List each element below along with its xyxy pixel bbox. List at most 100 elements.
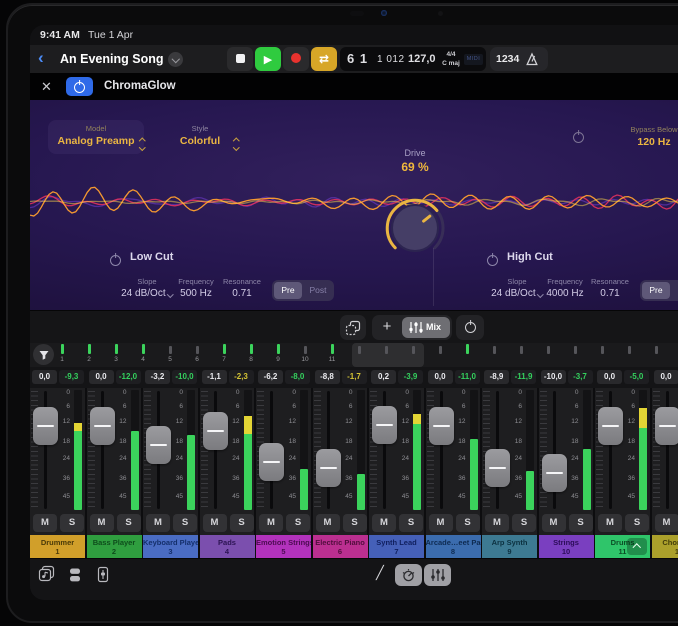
mute-button[interactable]: M [316,514,340,532]
cycle-button[interactable]: ⇄ [311,47,337,71]
fader-handle[interactable] [33,407,58,445]
solo-button[interactable]: S [625,514,649,532]
mute-button[interactable]: M [655,514,678,532]
back-button[interactable]: ‹ [38,49,44,67]
close-icon[interactable]: ✕ [41,79,52,95]
solo-button[interactable]: S [456,514,480,532]
highcut-power-icon[interactable] [487,253,498,271]
solo-button[interactable]: S [569,514,593,532]
mute-button[interactable]: M [429,514,453,532]
channel-volume-value[interactable]: 0,0 [32,370,57,384]
track-name-plate[interactable]: Drummer1 [30,535,85,558]
solo-button[interactable]: S [512,514,536,532]
solo-button[interactable]: S [399,514,423,532]
pencil-icon[interactable]: ╱ [376,565,384,581]
mute-button[interactable]: M [542,514,566,532]
bypass-power-icon[interactable] [573,130,584,148]
track-name-plate[interactable]: Electric Piano6 [313,535,368,558]
collapse-stack-button[interactable] [627,538,647,555]
fader-handle[interactable] [316,449,341,487]
add-track-button[interactable]: + [372,315,402,340]
metronome-icon[interactable] [524,52,540,67]
track-name-plate[interactable]: Drums11 [595,535,650,558]
lowcut-power-icon[interactable] [110,253,121,271]
channel-volume-value[interactable]: -6,2 [258,370,283,384]
track-name-plate[interactable]: Chorus V12 [652,535,678,558]
record-button[interactable] [283,47,309,71]
channel-peak-value[interactable]: -2,3 [229,370,254,384]
mute-button[interactable]: M [259,514,283,532]
channel-peak-value[interactable]: -11,9 [511,370,536,384]
mixer-overview[interactable]: 1234567891011 [30,343,678,367]
mute-button[interactable]: M [90,514,114,532]
fader-handle[interactable] [259,443,284,481]
channel-volume-value[interactable]: -10,0 [541,370,566,384]
channel-peak-value[interactable]: -10,0 [172,370,197,384]
track-name-plate[interactable]: Synth Lead7 [369,535,424,558]
loops-browser-icon[interactable] [38,565,56,583]
fader-handle[interactable] [372,406,397,444]
mixer-power-button[interactable] [456,315,484,340]
song-title[interactable]: An Evening Song [60,52,163,66]
channel-peak-value[interactable]: -5,0 [624,370,649,384]
channel-volume-value[interactable]: 0,0 [654,370,678,384]
style-selector[interactable]: Style Colorful [152,120,248,154]
plugins-browser-icon[interactable] [67,567,83,583]
mute-button[interactable]: M [203,514,227,532]
fader-handle[interactable] [429,407,454,445]
mute-button[interactable]: M [485,514,509,532]
model-selector[interactable]: Model Analog Preamp [48,120,144,154]
channel-volume-value[interactable]: 0,0 [89,370,114,384]
lowcut-res-value[interactable]: 0.71 [207,288,277,299]
track-name-plate[interactable]: Pads4 [200,535,255,558]
highcut-pre-button[interactable]: Pre [642,282,670,299]
solo-button[interactable]: S [173,514,197,532]
fader-handle[interactable] [146,426,171,464]
stop-button[interactable] [227,47,253,71]
channel-peak-value[interactable]: -9,3 [59,370,84,384]
channel-peak-value[interactable]: -1,7 [342,370,367,384]
duplicate-button[interactable] [340,315,366,340]
highcut-res-value[interactable]: 0.71 [575,288,645,299]
count-in-button[interactable]: 1234 [496,53,519,65]
channel-peak-value[interactable]: -8,0 [285,370,310,384]
highcut-post-button[interactable]: Post [672,282,678,299]
plugin-power-button[interactable] [66,77,93,96]
solo-button[interactable]: S [343,514,367,532]
channel-volume-value[interactable]: -8,9 [484,370,509,384]
track-name-plate[interactable]: Keyboard Player3 [143,535,198,558]
mute-button[interactable]: M [598,514,622,532]
mute-button[interactable]: M [372,514,396,532]
play-button[interactable]: ▶ [255,47,281,71]
channel-peak-value[interactable]: -12,0 [116,370,141,384]
mute-button[interactable]: M [146,514,170,532]
fader-handle[interactable] [203,412,228,450]
lcd-display[interactable]: 6 1 1 012 127,0 4/4 C maj MIDI [340,47,486,71]
drive-knob[interactable] [380,193,450,263]
channel-volume-value[interactable]: 0,0 [597,370,622,384]
solo-button[interactable]: S [60,514,84,532]
track-name-plate[interactable]: Bass Player2 [87,535,142,558]
channel-volume-value[interactable]: 0,2 [371,370,396,384]
channel-volume-value[interactable]: -1,1 [202,370,227,384]
solo-button[interactable]: S [230,514,254,532]
fader-handle[interactable] [485,449,510,487]
channel-peak-value[interactable]: -3,7 [568,370,593,384]
fader-handle[interactable] [598,407,623,445]
track-name-plate[interactable]: Emotion Strings5 [256,535,311,558]
channel-strip-icon[interactable] [95,566,111,583]
lowcut-post-button[interactable]: Post [304,282,332,299]
filter-button[interactable] [33,344,54,365]
fader-handle[interactable] [90,407,115,445]
track-name-plate[interactable]: Arp Synth9 [482,535,537,558]
fader-handle[interactable] [542,454,567,492]
solo-button[interactable]: S [117,514,141,532]
channel-volume-value[interactable]: 0,0 [428,370,453,384]
track-name-plate[interactable]: Strings10 [539,535,594,558]
channel-volume-value[interactable]: -3,2 [145,370,170,384]
fader-handle[interactable] [655,407,678,445]
channel-peak-value[interactable]: -3,9 [398,370,423,384]
song-menu-button[interactable] [168,52,183,67]
track-name-plate[interactable]: Arcade…eet Pad8 [426,535,481,558]
channel-peak-value[interactable]: -11,0 [455,370,480,384]
